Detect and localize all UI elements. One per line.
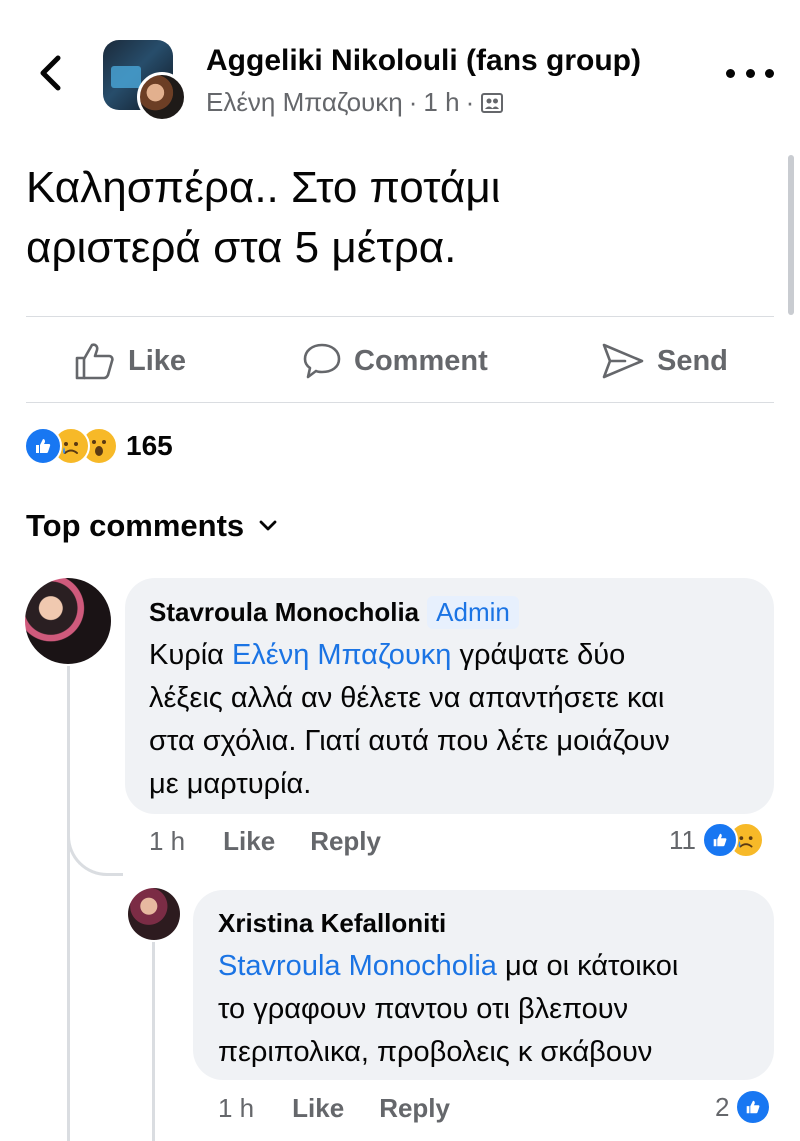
thread-line: [152, 942, 155, 1141]
admin-badge: Admin: [427, 596, 519, 629]
comment-author-name[interactable]: Stavroula Monocholia: [149, 597, 419, 628]
comment-actions: 1 h Like Reply: [218, 1093, 450, 1124]
comment-author: Xristina Kefalloniti: [218, 908, 446, 939]
comment-text-segment: μα οι κάτοικοι: [496, 950, 679, 982]
divider: [26, 316, 774, 317]
commenter-avatar[interactable]: [128, 888, 180, 940]
comment-reply-button[interactable]: Reply: [310, 826, 381, 857]
comment-like-button[interactable]: Like: [223, 826, 275, 857]
back-button[interactable]: [30, 50, 70, 96]
scrollbar[interactable]: [788, 155, 794, 315]
comment-button[interactable]: Comment: [302, 336, 488, 386]
meta-separator: ·: [408, 87, 418, 117]
group-avatar[interactable]: [103, 40, 187, 122]
comment-text-line: με μαρτυρία.: [149, 768, 312, 800]
comment-icon: [303, 343, 341, 379]
group-name[interactable]: Aggeliki Nikolouli (fans group): [206, 44, 641, 78]
reaction-count: 165: [126, 430, 173, 461]
send-label: Send: [657, 344, 728, 377]
comment-text-line: το γραφουν παντου οτι βλεπουν: [218, 993, 629, 1025]
author-avatar: [137, 72, 187, 122]
comment-actions: 1 h Like Reply: [149, 826, 381, 857]
comment-author-name[interactable]: Xristina Kefalloniti: [218, 908, 446, 939]
comment-reactions[interactable]: 2: [715, 1089, 772, 1125]
dot-icon: [726, 68, 735, 78]
comment-label: Comment: [354, 344, 488, 377]
like-icon: [735, 1089, 772, 1125]
post-body: Καλησπέρα.. Στο ποτάμι αριστερά στα 5 μέ…: [26, 158, 766, 278]
comment-author: Stavroula Monocholia Admin: [149, 596, 519, 629]
comment-text-line: Stavroula Monocholia μα οι κάτοικοι: [218, 945, 763, 988]
post-time[interactable]: 1 h: [423, 87, 459, 118]
comments-sort-dropdown[interactable]: Top comments: [26, 508, 278, 544]
meta-separator: ·: [465, 87, 475, 117]
comment-text-line: λέξεις αλλά αν θέλετε να απαντήσετε και: [149, 682, 665, 714]
comment-text-segment: Κυρία: [149, 639, 232, 671]
post-author[interactable]: Ελένη Μπαζουκη: [206, 87, 403, 118]
dot-icon: [765, 68, 774, 78]
dot-icon: [745, 68, 755, 78]
like-icon: [702, 822, 738, 858]
post-meta: Ελένη Μπαζουκη · 1 h ·: [206, 87, 504, 118]
like-icon: [24, 427, 62, 465]
comment-reactions[interactable]: 11: [669, 822, 764, 858]
thread-connector: [67, 666, 123, 876]
mention-link[interactable]: Stavroula Monocholia: [218, 950, 497, 982]
thumbs-up-icon: [75, 343, 114, 380]
comment-text: Stavroula Monocholia μα οι κάτοικοι το γ…: [218, 945, 763, 1074]
like-label: Like: [128, 344, 187, 377]
send-icon: [602, 343, 644, 379]
comment-text-segment: γράψατε δύο: [451, 639, 626, 671]
comment-reply-button[interactable]: Reply: [379, 1093, 450, 1124]
comment-text-line: περιπολικα, προβολεις κ σκάβουν: [218, 1036, 653, 1068]
comment-like-button[interactable]: Like: [292, 1093, 344, 1124]
comment-time[interactable]: 1 h: [149, 826, 185, 857]
mention-link[interactable]: Ελένη Μπαζουκη: [232, 639, 451, 671]
comment-text-line: στα σχόλια. Γιατί αυτά που λέτε μοιάζουν: [149, 725, 670, 757]
post-text-line: Καλησπέρα.. Στο ποτάμι: [26, 163, 501, 212]
chevron-left-icon: [40, 55, 61, 91]
group-audience-icon: [481, 92, 504, 113]
reactions-summary[interactable]: 165: [24, 426, 173, 466]
comment-reaction-count: 2: [715, 1091, 730, 1122]
like-button[interactable]: Like: [74, 336, 186, 386]
comment-text-line: Κυρία Ελένη Μπαζουκη γράψατε δύο: [149, 634, 759, 677]
commenter-avatar[interactable]: [25, 578, 111, 664]
post-text-line: αριστερά στα 5 μέτρα.: [26, 223, 457, 272]
send-button[interactable]: Send: [601, 336, 728, 386]
comment-time[interactable]: 1 h: [218, 1093, 254, 1124]
divider: [26, 402, 774, 403]
comment-reaction-count: 11: [669, 824, 696, 855]
comment-text: Κυρία Ελένη Μπαζουκη γράψατε δύο λέξεις …: [149, 634, 759, 806]
comments-sort-label: Top comments: [26, 508, 245, 543]
more-options-button[interactable]: [726, 58, 774, 88]
chevron-down-icon: [259, 520, 277, 531]
